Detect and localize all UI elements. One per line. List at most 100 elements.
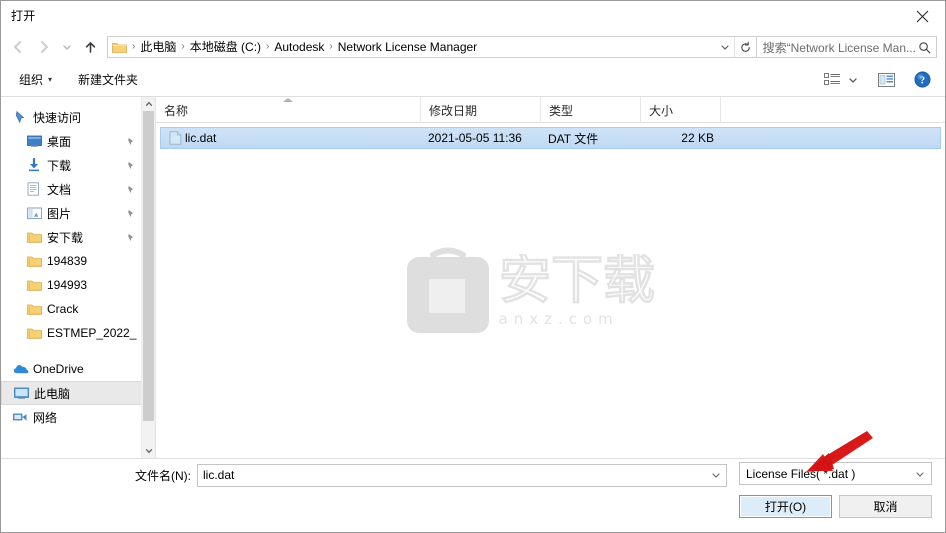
up-button[interactable] — [77, 34, 103, 60]
sidebar-item-crack[interactable]: Crack — [1, 297, 141, 321]
sidebar-item-network[interactable]: 网络 — [1, 405, 141, 429]
new-folder-button[interactable]: 新建文件夹 — [72, 68, 144, 92]
sidebar-item-estmep-2022[interactable]: ESTMEP_2022_ — [1, 321, 141, 345]
pin-icon[interactable] — [123, 185, 137, 194]
pin-icon[interactable] — [123, 161, 137, 170]
file-type-value: License Files( *.dat ) — [746, 466, 856, 481]
downloads-icon — [27, 158, 47, 172]
sidebar-item-label: OneDrive — [33, 362, 84, 376]
column-header-row: 名称 修改日期 类型 大小 — [156, 97, 945, 123]
sidebar-item-label: 此电脑 — [34, 386, 71, 401]
watermark-domain-text: anxz.com — [498, 309, 619, 328]
sidebar-item-desktop[interactable]: 桌面 — [1, 129, 141, 153]
window-title: 打开 — [11, 9, 36, 23]
navigation-sidebar: 快速访问 桌面 下载 文档 图片 安下载 194839 194993 Crack… — [1, 97, 156, 458]
open-button[interactable]: 打开(O) — [739, 495, 832, 518]
file-type-select[interactable]: License Files( *.dat ) — [739, 462, 932, 485]
file-list-pane: 名称 修改日期 类型 大小 lic.dat 2021-05-05 11:36 D… — [156, 97, 945, 458]
close-button[interactable] — [899, 1, 945, 31]
pin-icon[interactable] — [123, 233, 137, 242]
view-list-icon — [823, 73, 840, 85]
sidebar-scrollbar[interactable] — [141, 97, 155, 458]
file-type-dropdown-caret[interactable] — [913, 463, 927, 484]
sidebar-item-documents[interactable]: 文档 — [1, 177, 141, 201]
chevron-down-icon — [916, 471, 924, 477]
folder-icon — [111, 42, 127, 53]
sidebar-item-label: 194839 — [47, 254, 88, 268]
chevron-down-icon: ▾ — [48, 75, 53, 84]
filename-label: 文件名(N): — [135, 468, 191, 483]
sidebar-item-label: 文档 — [47, 182, 72, 197]
documents-icon — [27, 182, 47, 196]
pin-icon[interactable] — [123, 209, 137, 218]
file-rows: lic.dat 2021-05-05 11:36 DAT 文件 22 KB 安下… — [156, 123, 945, 458]
filename-dropdown-button[interactable] — [708, 465, 724, 486]
sidebar-item-this-pc[interactable]: 此电脑 — [1, 381, 141, 405]
close-icon — [916, 10, 928, 22]
folder-icon — [27, 231, 47, 244]
folder-icon — [27, 327, 47, 340]
sidebar-item-anxiazai[interactable]: 安下载 — [1, 225, 141, 249]
dialog-footer: 文件名(N): lic.dat License Files( *.dat ) 打… — [1, 459, 945, 532]
column-header-size[interactable]: 大小 — [641, 97, 721, 123]
search-input[interactable]: 搜索“Network License Man... — [763, 39, 916, 56]
address-bar[interactable]: › 此电脑 › 本地磁盘 (C:) › Autodesk › Network L… — [107, 36, 757, 58]
breadcrumb-item-1[interactable]: 本地磁盘 (C:) — [187, 37, 264, 57]
table-row[interactable]: lic.dat 2021-05-05 11:36 DAT 文件 22 KB — [160, 127, 941, 149]
column-header-label: 类型 — [549, 103, 574, 118]
scroll-down-button[interactable] — [142, 444, 155, 458]
column-header-name[interactable]: 名称 — [156, 97, 421, 123]
sidebar-item-onedrive[interactable]: OneDrive — [1, 357, 141, 381]
folder-icon — [27, 303, 47, 316]
cancel-button[interactable]: 取消 — [839, 495, 932, 518]
file-date-cell: 2021-05-05 11:36 — [428, 131, 522, 145]
file-size-cell: 22 KB — [681, 131, 714, 145]
help-button[interactable]: ? — [909, 68, 935, 92]
sidebar-scroll-area: 快速访问 桌面 下载 文档 图片 安下载 194839 194993 Crack… — [1, 97, 141, 458]
pin-icon[interactable] — [123, 137, 137, 146]
sidebar-item-label: 快速访问 — [33, 110, 82, 125]
watermark-cn-text: 安下载 — [499, 254, 656, 310]
sidebar-item-label: 网络 — [33, 410, 58, 425]
sidebar-item-label: 图片 — [47, 206, 72, 221]
refresh-button[interactable] — [733, 37, 756, 57]
open-file-dialog: 打开 › 此电脑 › 本地磁盘 (C:) › Autodesk › Networ… — [0, 0, 946, 533]
breadcrumb[interactable]: › 此电脑 › 本地磁盘 (C:) › Autodesk › Network L… — [130, 37, 716, 57]
filename-value: lic.dat — [203, 468, 235, 482]
command-toolbar: 组织 ▾ 新建文件夹 ? — [1, 63, 945, 97]
forward-button[interactable] — [31, 34, 57, 60]
breadcrumb-item-0[interactable]: 此电脑 — [137, 37, 179, 57]
search-icon — [918, 41, 930, 53]
sidebar-item-label: 安下载 — [47, 230, 84, 245]
sidebar-item-quick-access[interactable]: 快速访问 — [1, 105, 141, 129]
sidebar-item-label: ESTMEP_2022_ — [47, 326, 137, 340]
scroll-up-button[interactable] — [142, 97, 155, 111]
organize-button[interactable]: 组织 ▾ — [13, 68, 58, 92]
search-box[interactable]: 搜索“Network License Man... — [756, 36, 937, 58]
sidebar-item-194993[interactable]: 194993 — [1, 273, 141, 297]
scrollbar-thumb[interactable] — [143, 111, 154, 421]
sidebar-item-downloads[interactable]: 下载 — [1, 153, 141, 177]
sidebar-item-pictures[interactable]: 图片 — [1, 201, 141, 225]
chevron-down-icon — [712, 473, 720, 478]
filename-input[interactable]: lic.dat — [197, 463, 727, 487]
breadcrumb-item-2[interactable]: Autodesk — [271, 37, 327, 57]
recent-locations-button[interactable] — [57, 34, 77, 60]
column-header-date[interactable]: 修改日期 — [421, 97, 541, 123]
title-bar: 打开 — [1, 1, 945, 31]
preview-pane-icon — [877, 72, 895, 87]
view-dropdown-button[interactable] — [845, 68, 861, 92]
back-button[interactable] — [5, 34, 31, 60]
view-options-button[interactable] — [819, 68, 845, 92]
column-header-type[interactable]: 类型 — [541, 97, 641, 123]
address-dropdown-button[interactable] — [716, 37, 734, 57]
sidebar-item-194839[interactable]: 194839 — [1, 249, 141, 273]
preview-pane-button[interactable] — [873, 68, 899, 92]
site-watermark: 安下载 anxz.com — [403, 243, 699, 339]
sidebar-item-label: 下载 — [47, 158, 72, 173]
folder-icon — [27, 255, 47, 268]
dat-file-icon — [165, 131, 185, 145]
breadcrumb-item-3[interactable]: Network License Manager — [335, 37, 480, 57]
chevron-down-icon — [721, 45, 729, 50]
chevron-down-icon — [849, 77, 857, 83]
